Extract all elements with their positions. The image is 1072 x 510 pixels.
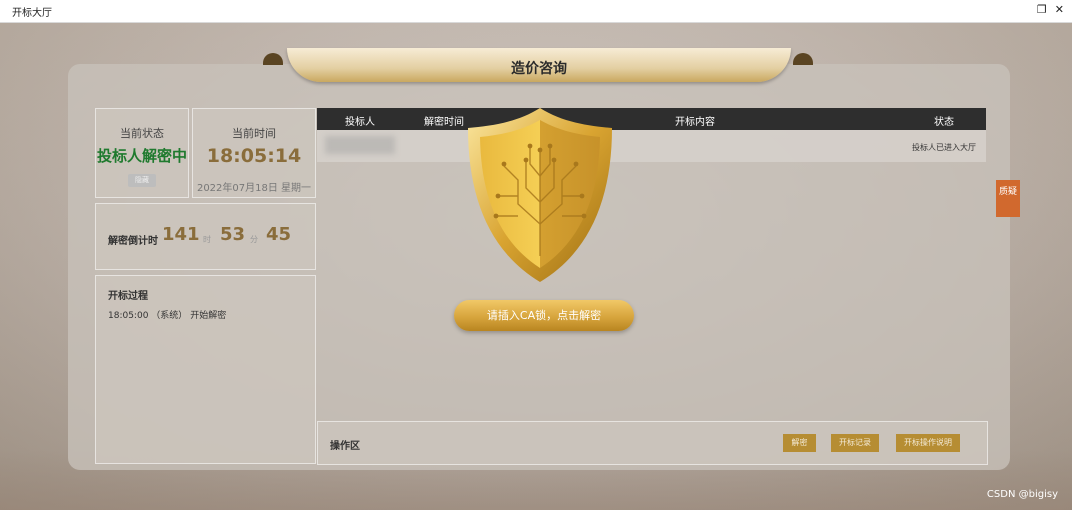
page-title: 造价咨询 xyxy=(287,48,791,82)
countdown-minutes-unit: 分 xyxy=(250,235,258,244)
current-time: 18:05:14 xyxy=(206,145,302,167)
operations-area: 操作区 解密 开标记录 开标操作说明 xyxy=(317,421,988,465)
countdown-seconds: 45 xyxy=(266,224,292,245)
close-icon[interactable]: ✕ xyxy=(1055,3,1064,16)
circuit-tree-shield-icon xyxy=(468,108,612,282)
process-title: 开标过程 xyxy=(108,291,148,302)
time-label: 当前时间 xyxy=(232,127,276,140)
insert-ca-decrypt-button[interactable]: 请插入CA锁，点击解密 xyxy=(454,300,634,331)
watermark: CSDN @bigisy xyxy=(986,489,1058,500)
process-item-time: 18:05:00 xyxy=(108,311,149,321)
col-status: 状态 xyxy=(934,117,954,128)
hide-button[interactable]: 隐藏 xyxy=(128,174,156,187)
col-bidder: 投标人 xyxy=(345,117,375,128)
countdown-minutes: 53 xyxy=(220,224,246,245)
col-content: 开标内容 xyxy=(675,117,715,128)
countdown-hours-unit: 时 xyxy=(203,235,211,244)
window-controls: ❐ ✕ xyxy=(1037,3,1064,16)
window-titlebar: 开标大厅 ❐ ✕ xyxy=(0,0,1072,23)
countdown-card: 解密倒计时 141 时 53 分 45 xyxy=(95,203,316,270)
decrypt-button[interactable]: 解密 xyxy=(783,434,816,452)
col-decrypt-time: 解密时间 xyxy=(424,117,464,128)
process-item-text: 开始解密 xyxy=(190,311,227,321)
window-title: 开标大厅 xyxy=(12,8,52,19)
current-date: 2022年07月18日 星期一 xyxy=(196,183,312,194)
table-header: 投标人 解密时间 开标内容 状态 xyxy=(317,108,986,130)
insert-ca-decrypt-label: 请插入CA锁，点击解密 xyxy=(486,309,602,322)
status-value: 投标人解密中 xyxy=(96,147,187,165)
restore-icon[interactable]: ❐ xyxy=(1037,3,1047,16)
operations-label: 操作区 xyxy=(330,441,360,452)
countdown-label: 解密倒计时 xyxy=(108,236,158,247)
page-title-text: 造价咨询 xyxy=(511,61,567,77)
opening-instructions-button[interactable]: 开标操作说明 xyxy=(896,434,960,452)
opening-record-button[interactable]: 开标记录 xyxy=(831,434,879,452)
status-card: 当前状态 投标人解密中 隐藏 xyxy=(95,108,189,198)
process-item-actor: （系统） xyxy=(151,311,188,321)
row-status: 投标人已进入大厅 xyxy=(912,143,976,152)
question-tab[interactable]: 质疑 xyxy=(996,180,1020,217)
question-tab-label: 质疑 xyxy=(998,187,1017,197)
time-card: 当前时间 18:05:14 2022年07月18日 星期一 xyxy=(192,108,316,198)
countdown-hours: 141 xyxy=(162,224,200,245)
bidder-name-redacted xyxy=(325,136,395,154)
process-item: 18:05:00 （系统） 开始解密 xyxy=(108,308,226,321)
status-label: 当前状态 xyxy=(120,127,164,140)
process-card: 开标过程 18:05:00 （系统） 开始解密 xyxy=(95,275,316,464)
table-row[interactable]: 投标人已进入大厅 xyxy=(317,130,986,162)
